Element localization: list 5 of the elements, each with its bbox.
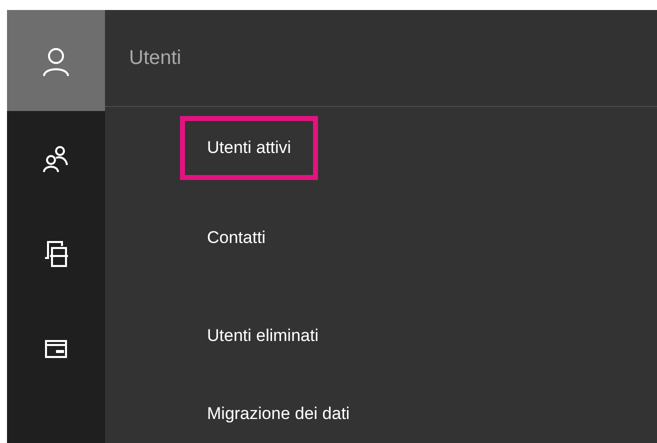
section-title: Utenti bbox=[129, 46, 182, 71]
menu-item[interactable]: Contatti bbox=[180, 206, 293, 270]
menu-item[interactable]: Migrazione dei dati bbox=[180, 382, 377, 443]
menu-item[interactable]: Utenti eliminati bbox=[180, 304, 346, 368]
menu-item[interactable]: Utenti attivi bbox=[180, 116, 318, 180]
